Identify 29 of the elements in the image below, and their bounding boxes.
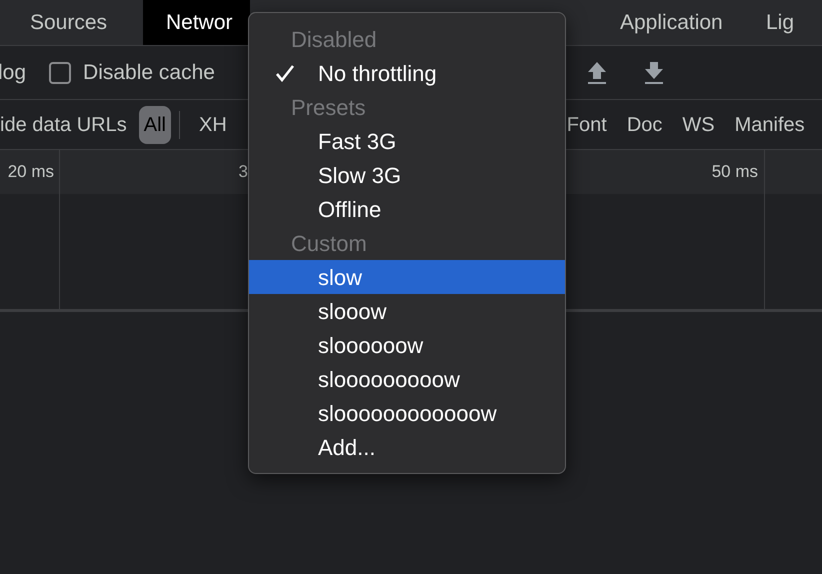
hide-data-urls-label: ide data URLs [0,112,127,138]
panel-tab[interactable]: Lig [746,0,794,45]
time-tick: 20 ms [8,161,54,184]
panel-tab[interactable]: Sources [0,0,143,45]
menu-item[interactable]: slow [249,260,565,294]
time-tick: 50 ms [712,161,758,184]
disable-cache-checkbox[interactable] [49,62,72,84]
type-filter[interactable]: All [138,106,171,144]
time-tick: 3 [238,161,248,184]
download-icon[interactable] [644,60,664,84]
menu-section-header: Disabled [290,26,378,54]
disable-cache-label: Disable cache [83,60,215,86]
type-filter[interactable]: WS [677,106,720,144]
menu-item[interactable]: slooow [249,294,565,328]
panel-tab[interactable]: Networ [143,0,250,45]
panel-tab[interactable]: Application [598,0,738,45]
menu-item[interactable]: Offline [249,192,565,226]
menu-item[interactable]: Add... [249,430,565,464]
menu-item[interactable]: sloooooow [249,328,565,362]
type-filter[interactable]: Doc [622,106,668,144]
type-filter[interactable]: XH [194,106,232,144]
menu-item[interactable]: slooooooooow [249,362,565,396]
menu-section-header: Custom [290,230,368,258]
menu-item[interactable]: sloooooooooooow [249,396,565,430]
type-filter[interactable]: Manifes [730,106,810,144]
menu-item[interactable]: No throttling [249,56,565,90]
menu-section-header: Presets [290,94,367,122]
upload-icon[interactable] [586,60,607,84]
menu-item[interactable]: Slow 3G [249,158,565,192]
